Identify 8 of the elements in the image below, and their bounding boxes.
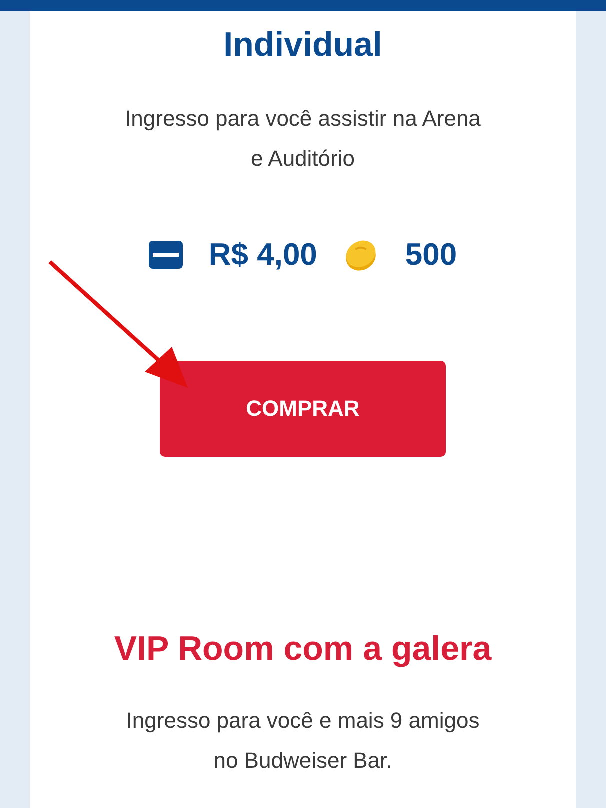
coins-amount: 500 — [405, 237, 458, 273]
credit-card-icon — [148, 241, 183, 269]
price-text: R$ 4,00 — [208, 237, 318, 273]
product-description: Ingresso para você assistir na Arena e Auditório — [124, 105, 482, 173]
product-title: Individual — [224, 25, 382, 65]
product-description: Ingresso para você e mais 9 amigos no Budweiser Bar. — [125, 707, 481, 775]
buy-button[interactable]: COMPRAR — [160, 361, 446, 457]
product-title: VIP Room com a galera — [114, 629, 492, 669]
